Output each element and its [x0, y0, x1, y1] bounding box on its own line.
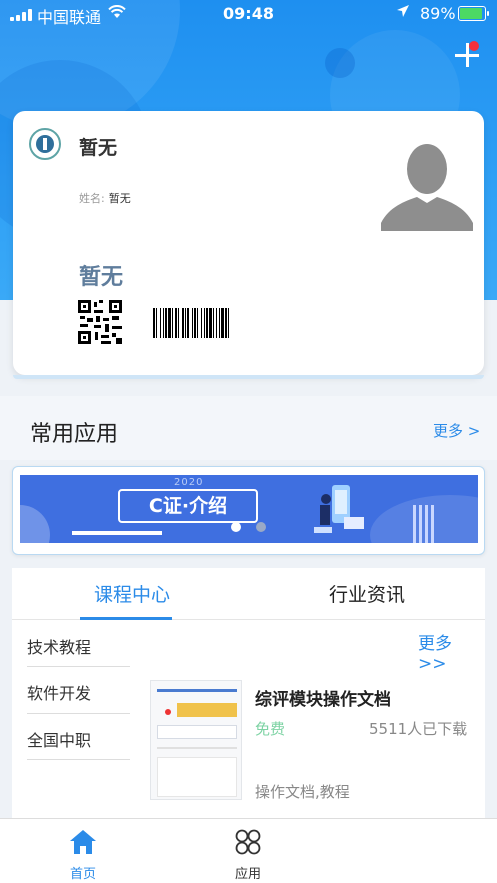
promo-banner[interactable]: 2020 C证·介绍 — [12, 466, 485, 555]
document-thumbnail[interactable] — [150, 680, 242, 800]
home-icon — [70, 830, 96, 854]
price-badge: 免费 — [255, 720, 286, 738]
name-row: 姓名: 暂无 — [79, 190, 131, 206]
divider — [27, 713, 130, 714]
course-tabs: 课程中心 行业资讯 — [12, 568, 485, 620]
document-title[interactable]: 综评模块操作文档 — [255, 685, 391, 710]
banner-image[interactable]: 2020 C证·介绍 — [20, 475, 478, 543]
apps-icon — [235, 829, 261, 855]
battery-percent: 89% — [420, 4, 456, 23]
add-button[interactable] — [455, 41, 479, 67]
category-item-tech[interactable]: 技术教程 — [27, 634, 91, 658]
tab-industry-news[interactable]: 行业资讯 — [302, 580, 432, 607]
phone-illustration-icon — [314, 485, 364, 533]
banner-year: 2020 — [174, 477, 204, 488]
course-section: 课程中心 行业资讯 技术教程 软件开发 全国中职 更多 >> 综评模块操作文档 … — [12, 568, 485, 818]
location-icon — [396, 4, 410, 22]
divider — [27, 759, 130, 760]
common-apps-header: 常用应用 更多 > — [0, 396, 497, 460]
school-logo-icon — [29, 128, 61, 160]
org-name: 暂无 — [79, 137, 118, 159]
notification-dot — [469, 41, 479, 51]
tab-course-center[interactable]: 课程中心 — [67, 580, 197, 607]
tab-home-label: 首页 — [69, 867, 96, 882]
avatar-placeholder-icon — [381, 133, 473, 231]
common-apps-title: 常用应用 — [30, 422, 119, 447]
courses-more-link[interactable]: 更多 >> — [418, 629, 485, 674]
name-value: 暂无 — [108, 192, 131, 205]
status-bar: 中国联通 09:48 89% — [0, 0, 497, 28]
common-apps-more-link[interactable]: 更多 > — [433, 420, 480, 441]
decor-stripes — [413, 505, 443, 543]
download-count: 5511人已下载 — [369, 720, 468, 738]
id-card[interactable]: 暂无 姓名: 暂无 暂无 — [13, 111, 484, 379]
tab-home[interactable]: 首页 — [33, 819, 133, 883]
bottom-tab-bar: 首页 应用 — [0, 818, 497, 883]
battery-icon — [458, 6, 489, 21]
category-item-vocational[interactable]: 全国中职 — [27, 727, 91, 751]
active-tab-indicator — [80, 617, 172, 620]
category-item-software[interactable]: 软件开发 — [27, 680, 91, 704]
barcode[interactable] — [153, 308, 293, 338]
tab-apps-label: 应用 — [234, 867, 261, 882]
display-name: 暂无 — [79, 265, 124, 290]
tab-apps[interactable]: 应用 — [198, 819, 298, 883]
name-label: 姓名: — [79, 192, 105, 205]
document-tags: 操作文档,教程 — [255, 783, 350, 801]
qr-code[interactable] — [78, 300, 122, 344]
banner-title: C证·介绍 — [118, 489, 258, 523]
divider — [27, 666, 130, 667]
